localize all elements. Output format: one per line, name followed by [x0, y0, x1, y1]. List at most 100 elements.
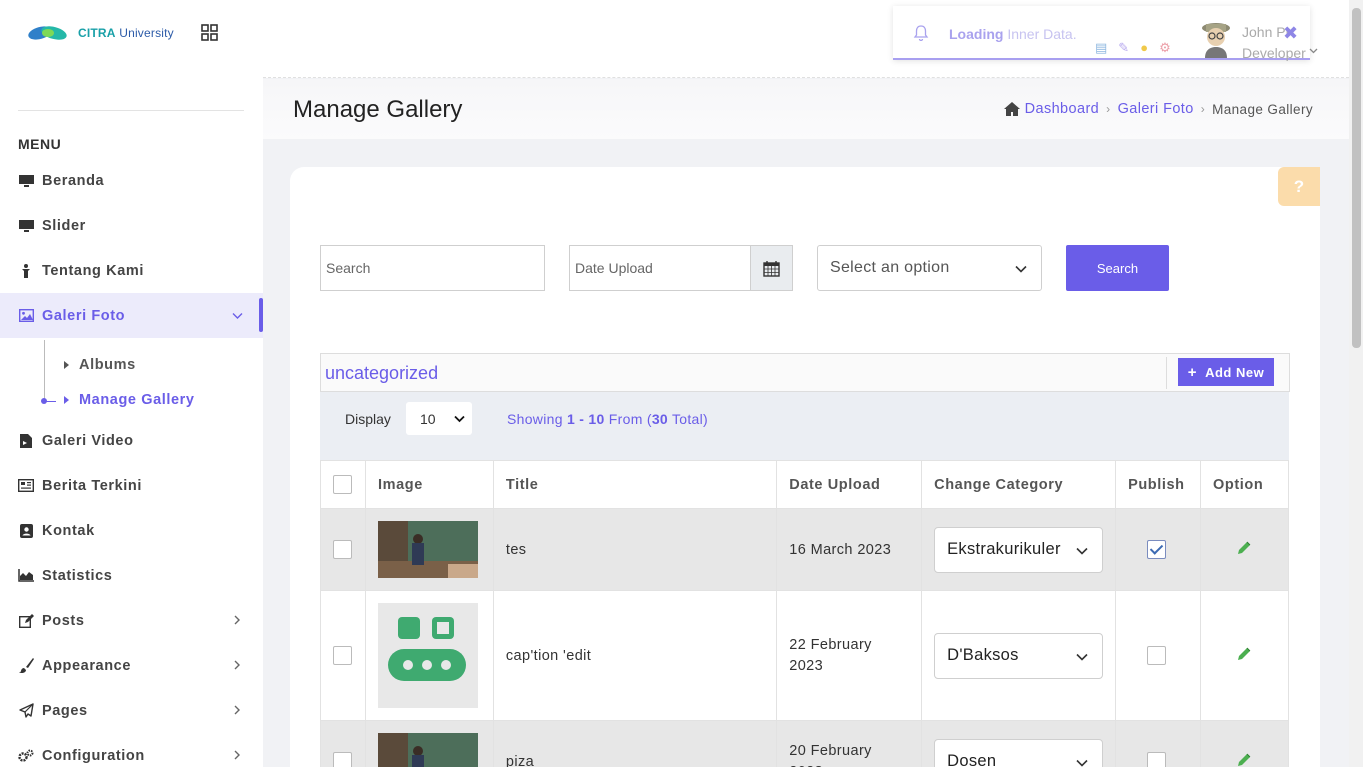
tree-dot [41, 398, 47, 404]
row-select-cell [320, 508, 366, 591]
publish-checkbox[interactable] [1147, 540, 1167, 559]
pencil-icon[interactable]: ✎ [1118, 40, 1129, 56]
paw-icon[interactable]: ● [1140, 40, 1148, 56]
change-category-select[interactable]: Ekstrakurikuler [934, 526, 1104, 573]
breadcrumb-galeri-foto[interactable]: Galeri Foto [1118, 101, 1194, 117]
sidebar-item-kontak[interactable]: Kontak [0, 508, 263, 553]
page-size-value: 10 [420, 410, 436, 427]
help-button[interactable]: ? [1278, 167, 1320, 206]
scrollbar-thumb[interactable] [1352, 8, 1361, 348]
option-cell [1200, 590, 1289, 721]
publish-checkbox[interactable] [1147, 752, 1167, 767]
sidebar-item-statistics[interactable]: Statistics [0, 553, 263, 598]
search-input[interactable]: Search [320, 245, 545, 291]
search-button[interactable]: Search [1066, 245, 1169, 291]
chevron-right-icon [234, 660, 240, 670]
breadcrumb-separator: › [1106, 102, 1111, 116]
column-header: Title [492, 460, 778, 509]
edit-pencil-icon[interactable] [1237, 646, 1252, 661]
search-placeholder: Search [326, 260, 371, 276]
sidebar-item-beranda[interactable]: Beranda [0, 158, 263, 203]
sidebar-item-label: Galeri Video [42, 432, 134, 449]
date-upload-input[interactable]: Date Upload [569, 245, 751, 291]
sidebar-item-galeri-foto[interactable]: Galeri Foto [0, 293, 263, 338]
gallery-thumbnail[interactable] [377, 733, 478, 767]
row-checkbox[interactable] [333, 540, 352, 559]
sidebar-item-configuration[interactable]: Configuration [0, 733, 263, 767]
edit-pencil-icon[interactable] [1237, 540, 1252, 555]
publish-cell [1115, 720, 1202, 767]
row-checkbox[interactable] [333, 752, 352, 767]
plus-icon: + [1187, 363, 1198, 381]
active-indicator [259, 298, 263, 332]
subitem-albums[interactable]: Albums [64, 357, 136, 373]
change-category-select[interactable]: D'Baksos [934, 632, 1104, 679]
select-all-checkbox[interactable] [333, 475, 352, 494]
column-header: Image [364, 460, 494, 509]
user-name[interactable]: John Pi [1242, 24, 1289, 40]
subitem-manage-gallery[interactable]: Manage Gallery [64, 392, 195, 408]
sidebar-item-posts[interactable]: Posts [0, 598, 263, 643]
sidebar-item-label: Beranda [42, 172, 105, 189]
gallery-thumbnail[interactable] [377, 521, 478, 578]
image-cell [364, 590, 494, 721]
close-icon[interactable]: ✖ [1283, 23, 1298, 44]
sidebar-item-berita-terkini[interactable]: Berita Terkini [0, 463, 263, 508]
category-value: D'Baksos [947, 646, 1019, 664]
bar-chart-icon[interactable]: ▤ [1095, 40, 1107, 56]
settings-icon[interactable]: ⚙ [1159, 40, 1171, 56]
sidebar-item-pages[interactable]: Pages [0, 688, 263, 733]
sidebar-item-label: Slider [42, 217, 86, 234]
breadcrumb-dashboard[interactable]: Dashboard [1025, 101, 1100, 117]
sidebar-item-tentang-kami[interactable]: Tentang Kami [0, 248, 263, 293]
brush-icon [18, 658, 34, 674]
sidebar-item-label: Galeri Foto [42, 307, 126, 324]
chevron-right-icon [234, 705, 240, 715]
table-row: tes 16 March 2023 Ekstrakurikuler [320, 508, 1289, 591]
row-checkbox[interactable] [333, 646, 352, 665]
add-new-button[interactable]: + Add New [1178, 358, 1274, 386]
publish-cell [1115, 508, 1202, 591]
person-icon [18, 263, 34, 279]
chevron-down-icon [1076, 653, 1088, 661]
sidebar-item-galeri-video[interactable]: Galeri Video [0, 418, 263, 463]
sidebar-item-label: Configuration [42, 747, 145, 764]
page-size-select[interactable]: 10 [406, 402, 472, 435]
category-cell: Dosen [921, 720, 1117, 767]
subitem-label: Albums [79, 357, 136, 373]
brand-logo[interactable]: CITRA University [28, 22, 174, 44]
gallery-thumbnail[interactable] [377, 603, 478, 708]
add-new-label: Add New [1205, 364, 1265, 380]
chevron-down-icon [1015, 265, 1027, 273]
breadcrumb-current: Manage Gallery [1212, 101, 1313, 117]
gallery-table: Image Title Date Upload Change Category … [320, 460, 1289, 767]
cogs-icon [18, 748, 34, 764]
page-scrollbar[interactable] [1349, 0, 1363, 767]
sidebar-item-slider[interactable]: Slider [0, 203, 263, 248]
column-header: Date Upload [776, 460, 923, 509]
calendar-button[interactable] [750, 245, 793, 291]
chevron-down-icon[interactable] [1309, 48, 1318, 54]
chevron-right-icon [234, 750, 240, 760]
edit-pencil-icon[interactable] [1237, 752, 1252, 767]
sidebar-divider [18, 110, 244, 111]
category-filter-select[interactable]: Select an option [817, 245, 1042, 291]
apps-grid-icon[interactable] [201, 24, 218, 41]
bell-icon[interactable] [913, 25, 929, 41]
area-chart-icon [18, 568, 34, 584]
newspaper-icon [18, 478, 34, 494]
display-label: Display [345, 411, 391, 427]
monitor-icon [18, 218, 34, 234]
image-cell [364, 508, 494, 591]
publish-checkbox[interactable] [1147, 646, 1167, 665]
page-header: Manage Gallery Dashboard › Galeri Foto ›… [263, 79, 1349, 139]
publish-cell [1115, 590, 1202, 721]
avatar[interactable] [1199, 20, 1233, 58]
sidebar-item-appearance[interactable]: Appearance [0, 643, 263, 688]
brand-name: CITRA University [78, 26, 174, 40]
paper-plane-icon [18, 703, 34, 719]
change-category-select[interactable]: Dosen [934, 738, 1104, 767]
table-header-row: Image Title Date Upload Change Category … [320, 460, 1289, 509]
home-icon[interactable] [1003, 101, 1021, 117]
breadcrumb-separator: › [1200, 102, 1206, 116]
